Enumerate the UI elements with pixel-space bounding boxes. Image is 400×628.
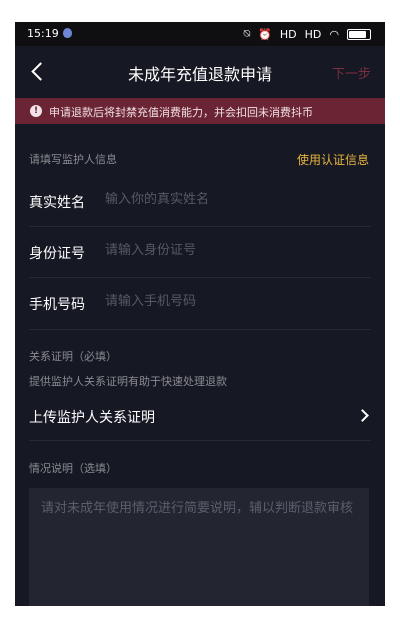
nav-bar: 未成年充值退款申请 下一步 <box>15 46 385 98</box>
real-name-row: 真实姓名 <box>29 190 371 214</box>
vibrate-icon: ⍉ <box>243 27 251 40</box>
signal-icon-2: HD <box>304 27 322 41</box>
phone-number-label: 手机号码 <box>29 297 85 313</box>
signal-icon: HD <box>279 27 297 41</box>
relation-section-title: 关系证明（必填） <box>29 350 117 363</box>
phone-number-row: 手机号码 <box>29 292 371 316</box>
status-bar: 15:19 ⍉ ⏰ HD HD ◠ <box>15 22 385 46</box>
next-button[interactable]: 下一步 <box>332 63 371 82</box>
id-number-label: 身份证号 <box>29 246 85 262</box>
use-cert-info-link[interactable]: 使用认证信息 <box>297 151 369 168</box>
id-number-row: 身份证号 <box>29 241 371 265</box>
wifi-icon: ◠ <box>329 27 339 41</box>
id-number-input[interactable] <box>105 243 355 258</box>
real-name-label: 真实姓名 <box>29 195 85 211</box>
upload-relation-proof-button[interactable]: 上传监护人关系证明 <box>15 397 385 433</box>
page-title: 未成年充值退款申请 <box>127 65 272 84</box>
phone-screen: 15:19 ⍉ ⏰ HD HD ◠ 未成年充值退款申请 下一步 ! 申请退款后将… <box>15 22 385 606</box>
chevron-right-icon <box>356 409 369 422</box>
alarm-icon: ⏰ <box>258 27 272 41</box>
situation-section-title: 情况说明（选填） <box>29 462 117 475</box>
status-time: 15:19 <box>27 27 59 40</box>
divider <box>29 226 371 227</box>
upload-relation-proof-label: 上传监护人关系证明 <box>29 410 155 426</box>
divider <box>29 329 371 330</box>
app-notification-icon <box>63 28 72 38</box>
battery-icon <box>347 28 371 40</box>
warning-banner: ! 申请退款后将封禁充值消费能力，并会扣回未消费抖币 <box>15 98 385 124</box>
warning-icon: ! <box>30 105 42 117</box>
relation-hint: 提供监护人关系证明有助于快速处理退款 <box>29 375 227 388</box>
real-name-input[interactable] <box>105 192 355 207</box>
status-icons: ⍉ ⏰ HD HD ◠ <box>244 27 371 41</box>
situation-description-input[interactable] <box>29 488 369 606</box>
guardian-section-label: 请填写监护人信息 <box>29 153 117 166</box>
warning-text: 申请退款后将封禁充值消费能力，并会扣回未消费抖币 <box>49 106 313 119</box>
phone-number-input[interactable] <box>105 294 355 309</box>
divider <box>29 277 371 278</box>
divider <box>29 440 371 441</box>
